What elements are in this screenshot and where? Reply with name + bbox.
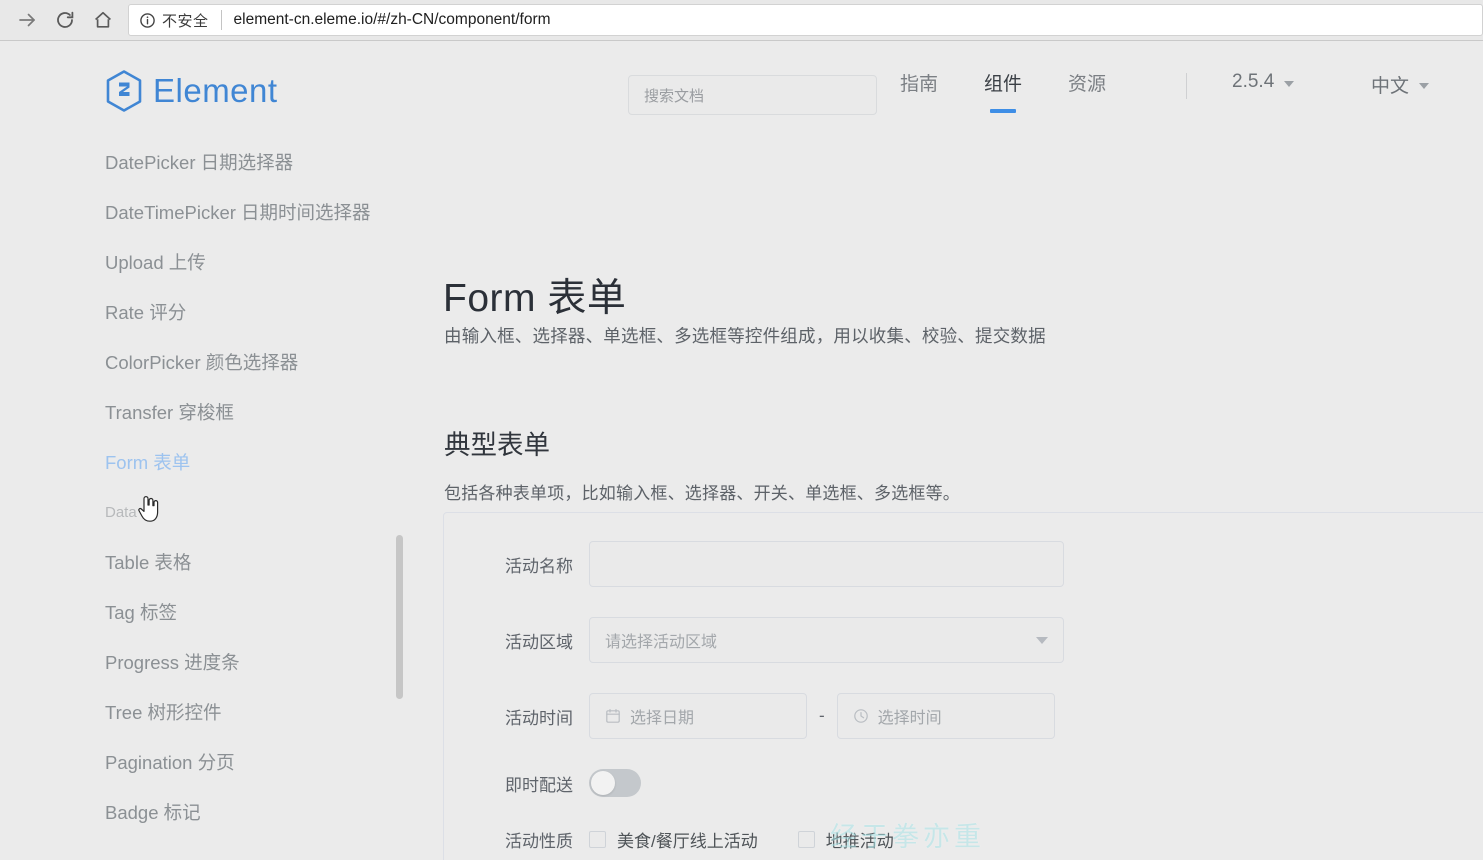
calendar-icon bbox=[606, 709, 620, 723]
activity-time-placeholder: 选择时间 bbox=[877, 710, 942, 727]
activity-date-placeholder: 选择日期 bbox=[630, 710, 695, 727]
logo-text: Element bbox=[153, 72, 278, 109]
checkbox-label: 地推活动 bbox=[825, 832, 894, 851]
form-row-delivery: 即时配送 bbox=[444, 769, 1483, 797]
clock-icon bbox=[853, 709, 868, 723]
activity-time-picker[interactable]: 选择时间 bbox=[836, 693, 1055, 739]
sidebar-item-label: Pagination 分页 bbox=[105, 752, 235, 773]
sidebar-item-label: Transfer 穿梭框 bbox=[105, 402, 234, 423]
checkbox-label: 美食/餐厅线上活动 bbox=[617, 832, 758, 851]
time-range-separator: - bbox=[819, 706, 825, 725]
page-title: Form 表单 bbox=[443, 277, 627, 321]
omnibox-divider bbox=[220, 10, 222, 30]
sidebar-item-label: Table 表格 bbox=[105, 552, 192, 573]
version-label: 2.5.4 bbox=[1232, 71, 1275, 92]
sidebar-item-tag[interactable]: Tag 标签 bbox=[0, 587, 412, 637]
form-row-nature: 活动性质 美食/餐厅线上活动 地推活动 bbox=[444, 827, 1483, 852]
label-activity-region: 活动区域 bbox=[505, 632, 573, 652]
forward-arrow-icon[interactable] bbox=[8, 1, 46, 39]
switch-knob bbox=[591, 771, 615, 795]
site-header: Element 搜索文档 指南 组件 资源 2.5.4 中文 bbox=[0, 41, 1483, 137]
sidebar-item-label: Tree 树形控件 bbox=[105, 702, 222, 723]
demo-form-block: 活动名称 活动区域 请选择活动区域 活动时间 选择日期 - 选择时间 即时配送 … bbox=[443, 512, 1483, 860]
sidebar-item-datepicker[interactable]: DatePicker 日期选择器 bbox=[0, 137, 412, 187]
checkbox-box-icon[interactable] bbox=[589, 831, 606, 848]
checkbox-box-icon[interactable] bbox=[797, 831, 815, 848]
instant-delivery-switch[interactable] bbox=[589, 769, 641, 797]
header-divider bbox=[1186, 73, 1187, 99]
sidebar-item-label: Upload 上传 bbox=[105, 252, 206, 273]
sidebar-item-form[interactable]: Form 表单 bbox=[0, 437, 412, 487]
form-row-region: 活动区域 请选择活动区域 bbox=[444, 617, 1483, 663]
label-instant-delivery: 即时配送 bbox=[505, 775, 573, 795]
version-selector[interactable]: 2.5.4 bbox=[1232, 71, 1295, 93]
sidebar-item-transfer[interactable]: Transfer 穿梭框 bbox=[0, 387, 412, 437]
sidebar-item-pagination[interactable]: Pagination 分页 bbox=[0, 737, 412, 787]
sidebar-item-label: Form 表单 bbox=[105, 452, 191, 473]
sidebar[interactable]: DatePicker 日期选择器 DateTimePicker 日期时间选择器 … bbox=[0, 137, 412, 860]
checkbox-food-online[interactable]: 美食/餐厅线上活动 bbox=[589, 827, 758, 852]
sidebar-item-datetimepicker[interactable]: DateTimePicker 日期时间选择器 bbox=[0, 187, 412, 237]
page-description: 由输入框、选择器、单选框、多选框等控件组成，用以收集、校验、提交数据 bbox=[444, 325, 1046, 346]
sidebar-group-data: Data bbox=[0, 487, 412, 537]
activity-region-select[interactable]: 请选择活动区域 bbox=[589, 617, 1064, 663]
search-placeholder: 搜索文档 bbox=[644, 87, 705, 105]
nav-label: 组件 bbox=[984, 74, 1023, 95]
sidebar-item-progress[interactable]: Progress 进度条 bbox=[0, 637, 412, 687]
language-selector[interactable]: 中文 bbox=[1371, 71, 1430, 98]
sidebar-item-table[interactable]: Table 表格 bbox=[0, 537, 412, 587]
url-text: element-cn.eleme.io/#/zh-CN/component/fo… bbox=[233, 11, 551, 28]
sidebar-group-label: Data bbox=[105, 503, 137, 521]
nav-item-resources[interactable]: 资源 bbox=[1068, 71, 1106, 113]
checkbox-ground-promotion[interactable]: 地推活动 bbox=[797, 827, 894, 852]
nav-item-guide[interactable]: 指南 bbox=[900, 71, 938, 113]
section-title: 典型表单 bbox=[444, 429, 550, 460]
site-logo[interactable]: Element bbox=[104, 69, 278, 113]
security-indicator[interactable]: 不安全 bbox=[139, 10, 209, 31]
chevron-down-icon bbox=[1419, 83, 1430, 89]
activity-date-picker[interactable]: 选择日期 bbox=[589, 693, 807, 739]
reload-icon[interactable] bbox=[46, 1, 84, 39]
sidebar-item-label: Badge 标记 bbox=[105, 802, 201, 823]
address-bar[interactable]: 不安全 element-cn.eleme.io/#/zh-CN/componen… bbox=[128, 4, 1483, 36]
chevron-down-icon bbox=[1284, 80, 1295, 87]
sidebar-list: DatePicker 日期选择器 DateTimePicker 日期时间选择器 … bbox=[0, 137, 412, 837]
sidebar-item-label: Progress 进度条 bbox=[105, 652, 240, 673]
main-content: Form 表单 由输入框、选择器、单选框、多选框等控件组成，用以收集、校验、提交… bbox=[412, 137, 1483, 860]
search-input[interactable]: 搜索文档 bbox=[628, 75, 877, 115]
form-row-time: 活动时间 选择日期 - 选择时间 bbox=[444, 693, 1483, 739]
form-row-name: 活动名称 bbox=[444, 541, 1483, 587]
sidebar-item-badge[interactable]: Badge 标记 bbox=[0, 787, 412, 837]
sidebar-item-tree[interactable]: Tree 树形控件 bbox=[0, 687, 412, 737]
info-circle-icon bbox=[140, 12, 155, 28]
language-label: 中文 bbox=[1371, 76, 1410, 97]
sidebar-item-label: DatePicker 日期选择器 bbox=[105, 152, 294, 173]
nav-label: 资源 bbox=[1068, 74, 1107, 95]
element-hexagon-logo-icon bbox=[106, 70, 142, 112]
nav-label: 指南 bbox=[900, 74, 939, 95]
sidebar-scrollbar[interactable] bbox=[396, 535, 403, 699]
activity-region-placeholder: 请选择活动区域 bbox=[605, 634, 718, 651]
primary-nav: 指南 组件 资源 bbox=[900, 71, 1106, 113]
sidebar-item-colorpicker[interactable]: ColorPicker 颜色选择器 bbox=[0, 337, 412, 387]
browser-toolbar: 不安全 element-cn.eleme.io/#/zh-CN/componen… bbox=[0, 0, 1483, 41]
sidebar-item-label: DateTimePicker 日期时间选择器 bbox=[105, 202, 371, 223]
sidebar-item-label: ColorPicker 颜色选择器 bbox=[105, 352, 299, 373]
section-description: 包括各种表单项，比如输入框、选择器、开关、单选框、多选框等。 bbox=[444, 484, 960, 503]
sidebar-item-rate[interactable]: Rate 评分 bbox=[0, 287, 412, 337]
label-activity-time: 活动时间 bbox=[505, 708, 573, 728]
sidebar-item-upload[interactable]: Upload 上传 bbox=[0, 237, 412, 287]
sidebar-item-label: Tag 标签 bbox=[105, 602, 177, 623]
home-icon[interactable] bbox=[84, 1, 122, 39]
activity-name-input[interactable] bbox=[589, 541, 1064, 587]
label-activity-name: 活动名称 bbox=[505, 556, 573, 576]
security-label: 不安全 bbox=[162, 12, 209, 30]
page-viewport: Element 搜索文档 指南 组件 资源 2.5.4 中文 DatePicke… bbox=[0, 41, 1483, 860]
nav-item-components[interactable]: 组件 bbox=[984, 71, 1022, 113]
chevron-down-icon bbox=[1036, 636, 1048, 644]
sidebar-item-label: Rate 评分 bbox=[105, 302, 187, 323]
label-activity-nature: 活动性质 bbox=[505, 832, 573, 851]
